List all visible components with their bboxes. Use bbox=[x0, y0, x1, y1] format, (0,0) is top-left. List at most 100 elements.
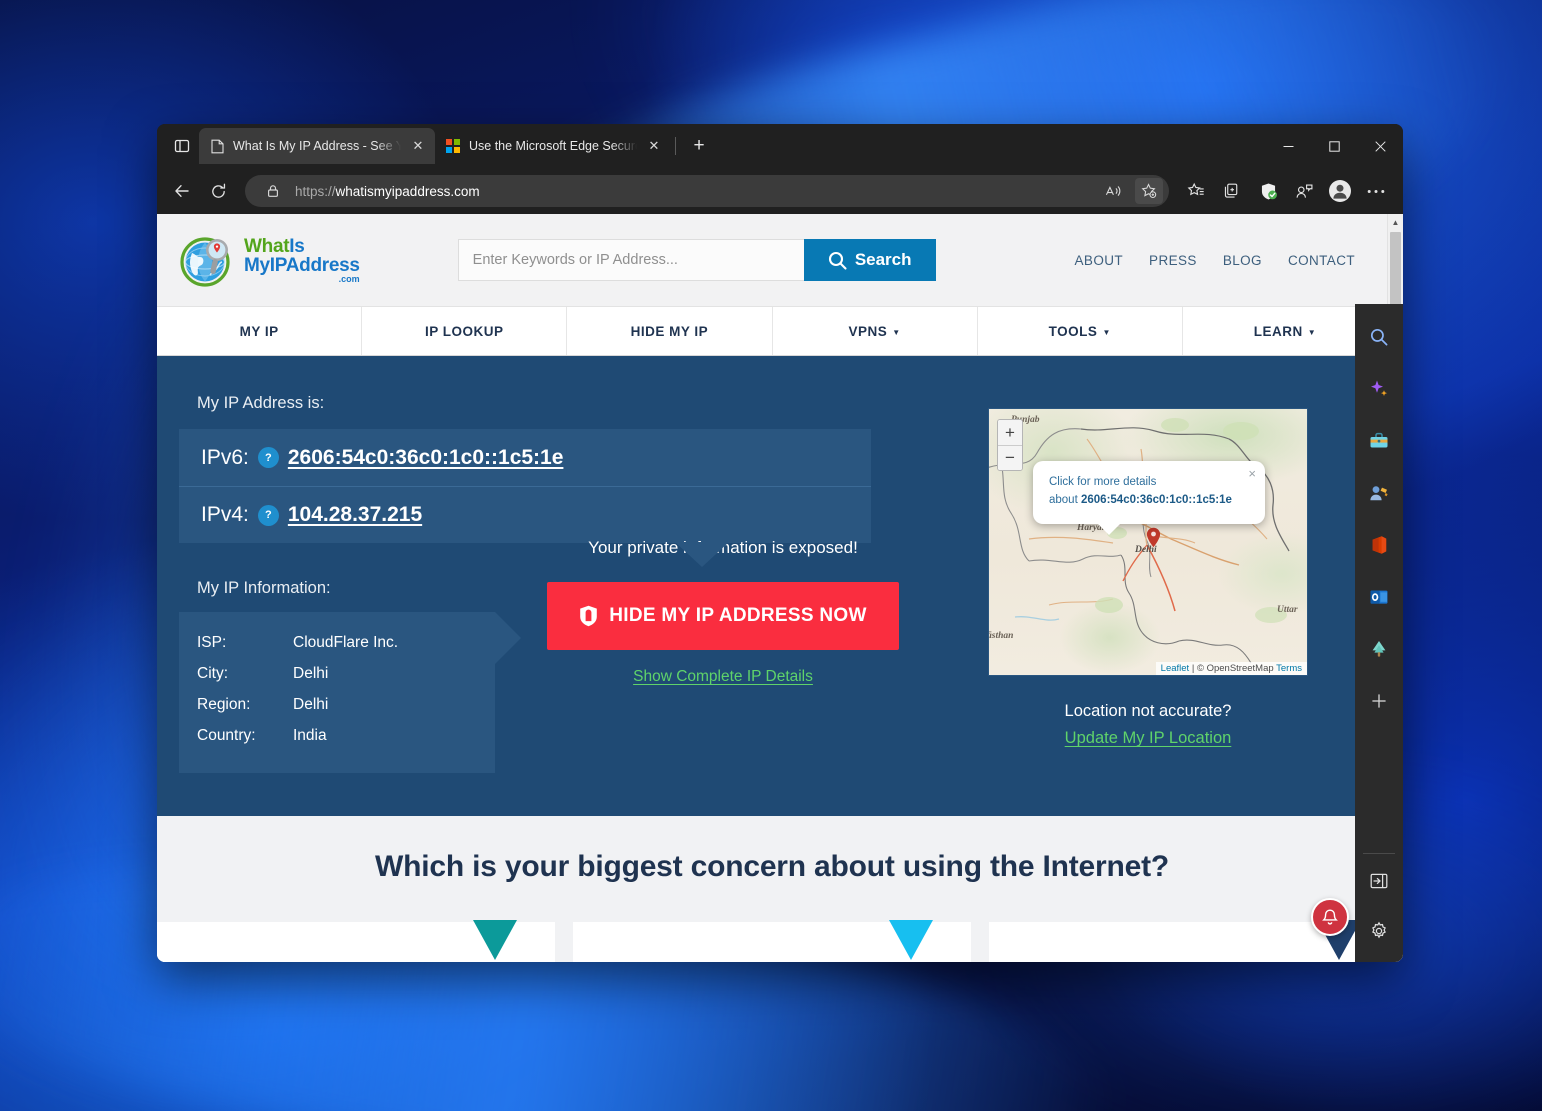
info-row-region: Region: Delhi bbox=[197, 696, 495, 714]
poll-card[interactable] bbox=[157, 920, 555, 962]
profile-icon[interactable] bbox=[1323, 175, 1357, 207]
split-screen-icon[interactable] bbox=[1287, 175, 1321, 207]
edge-browser-window: What Is My IP Address - See Your... ✕ Us… bbox=[157, 124, 1403, 962]
read-aloud-icon[interactable] bbox=[1099, 178, 1127, 204]
office-icon[interactable] bbox=[1364, 530, 1394, 560]
collections-icon[interactable] bbox=[1215, 175, 1249, 207]
web-page: WhatIs MyIPAddress .com Search bbox=[157, 214, 1387, 962]
info-key: ISP: bbox=[197, 634, 227, 651]
close-icon[interactable]: ✕ bbox=[409, 137, 427, 155]
site-search: Search bbox=[457, 239, 936, 281]
help-icon[interactable]: ? bbox=[257, 504, 279, 526]
nav-item-ip-lookup[interactable]: IP LOOKUP bbox=[362, 307, 568, 355]
nav-item-my-ip[interactable]: MY IP bbox=[157, 307, 363, 355]
games-icon[interactable] bbox=[1364, 478, 1394, 508]
hero-right-column: + − Punjab Haryāna Delhi Uttar āsthan × … bbox=[931, 382, 1365, 773]
sidebar-divider bbox=[1363, 853, 1395, 854]
map-zoom-controls[interactable]: + − bbox=[997, 419, 1023, 471]
notification-bell-button[interactable] bbox=[1311, 898, 1349, 936]
copilot-icon[interactable] bbox=[1364, 374, 1394, 404]
update-my-ip-location-link[interactable]: Update My IP Location bbox=[1065, 729, 1232, 748]
browser-essentials-icon[interactable] bbox=[1251, 175, 1285, 207]
add-favorite-icon[interactable] bbox=[1135, 178, 1163, 204]
shopping-icon[interactable] bbox=[1364, 426, 1394, 456]
tree-icon[interactable] bbox=[1364, 634, 1394, 664]
toggle-sidebar-icon[interactable] bbox=[1364, 866, 1394, 896]
show-complete-ip-details-link[interactable]: Show Complete IP Details bbox=[633, 668, 813, 686]
add-icon[interactable] bbox=[1364, 686, 1394, 716]
navigation-toolbar: https://whatismyipaddress.com bbox=[157, 168, 1403, 214]
top-link-press[interactable]: PRESS bbox=[1149, 253, 1197, 268]
tab-strip: What Is My IP Address - See Your... ✕ Us… bbox=[157, 124, 1403, 168]
map-pin-icon[interactable] bbox=[1146, 527, 1161, 548]
logo-dotcom: .com bbox=[338, 273, 360, 284]
ipv4-value[interactable]: 104.28.37.215 bbox=[288, 503, 422, 527]
ip-rows-pointer bbox=[675, 542, 729, 567]
nav-item-tools[interactable]: TOOLS ▼ bbox=[978, 307, 1183, 355]
ip-heading: My IP Address is: bbox=[197, 394, 325, 412]
ip-location-map[interactable]: + − Punjab Haryāna Delhi Uttar āsthan × … bbox=[988, 408, 1308, 676]
ipv4-label: IPv4: bbox=[201, 503, 249, 526]
map-label-uttar: Uttar bbox=[1277, 605, 1298, 615]
logo-line-2: MyIPAddress bbox=[244, 254, 360, 276]
nav-item-vpns[interactable]: VPNS ▼ bbox=[773, 307, 978, 355]
close-icon[interactable]: × bbox=[1248, 466, 1256, 481]
poll-card[interactable] bbox=[573, 920, 971, 962]
main-navigation: MY IP IP LOOKUP HIDE MY IP VPNS ▼ TOOLS … bbox=[157, 306, 1387, 356]
search-input[interactable] bbox=[457, 239, 804, 281]
triangle-icon bbox=[889, 920, 933, 960]
url-scheme: https:// bbox=[295, 183, 336, 199]
info-value: CloudFlare Inc. bbox=[293, 634, 399, 651]
info-value: India bbox=[293, 727, 327, 744]
search-icon[interactable] bbox=[1364, 322, 1394, 352]
nav-label: LEARN bbox=[1253, 323, 1303, 339]
reload-icon[interactable] bbox=[201, 175, 235, 207]
info-key: City: bbox=[197, 665, 228, 682]
tab-actions-icon[interactable] bbox=[165, 131, 199, 161]
browser-tab[interactable]: Use the Microsoft Edge Secure N ✕ bbox=[435, 128, 671, 164]
scroll-up-arrow-icon[interactable]: ▲ bbox=[1388, 214, 1403, 230]
close-window-button[interactable] bbox=[1357, 124, 1403, 168]
help-icon[interactable]: ? bbox=[257, 447, 279, 468]
map-popup[interactable]: × Click for more details about 2606:54c0… bbox=[1033, 461, 1265, 535]
bell-icon bbox=[1322, 908, 1338, 925]
ipv6-row: IPv6: ? 2606:54c0:36c0:1c0::1c5:1e bbox=[179, 429, 871, 486]
nav-label: TOOLS bbox=[1048, 323, 1098, 339]
map-popup-ip: 2606:54c0:36c0:1c0::1c5:1e bbox=[1080, 493, 1232, 506]
site-header: WhatIs MyIPAddress .com Search bbox=[157, 214, 1387, 306]
top-links: ABOUT PRESS BLOG CONTACT bbox=[1075, 253, 1367, 268]
top-link-contact[interactable]: CONTACT bbox=[1288, 253, 1355, 268]
close-icon[interactable]: ✕ bbox=[645, 137, 663, 155]
hide-my-ip-button[interactable]: HIDE MY IP ADDRESS NOW bbox=[547, 582, 899, 650]
poll-section: Which is your biggest concern about usin… bbox=[157, 816, 1387, 962]
logo-line-1: WhatIs bbox=[244, 235, 305, 257]
address-bar[interactable]: https://whatismyipaddress.com bbox=[245, 175, 1169, 207]
map-zoom-in-button[interactable]: + bbox=[998, 420, 1022, 445]
terms-link[interactable]: Terms bbox=[1276, 663, 1302, 674]
top-link-about[interactable]: ABOUT bbox=[1075, 253, 1124, 268]
maximize-button[interactable] bbox=[1311, 124, 1357, 168]
minimize-button[interactable] bbox=[1265, 124, 1311, 168]
leaflet-link[interactable]: Leaflet bbox=[1161, 663, 1190, 674]
new-tab-button[interactable]: + bbox=[684, 132, 714, 160]
nav-item-hide-my-ip[interactable]: HIDE MY IP bbox=[567, 307, 773, 355]
map-zoom-out-button[interactable]: − bbox=[998, 445, 1022, 470]
sidebar-settings-icon[interactable] bbox=[1364, 916, 1394, 946]
search-button[interactable]: Search bbox=[803, 239, 936, 281]
map-popup-line2: about 2606:54c0:36c0:1c0::1c5:1e bbox=[1049, 492, 1250, 510]
info-value: Delhi bbox=[293, 696, 329, 713]
top-link-blog[interactable]: BLOG bbox=[1223, 253, 1262, 268]
poll-cards bbox=[157, 920, 1387, 962]
settings-more-icon[interactable] bbox=[1359, 175, 1393, 207]
browser-tab-active[interactable]: What Is My IP Address - See Your... ✕ bbox=[199, 128, 435, 164]
globe-magnifier-icon bbox=[179, 231, 237, 289]
search-button-label: Search bbox=[854, 250, 912, 269]
nav-label: MY IP bbox=[239, 323, 279, 339]
search-icon bbox=[828, 251, 847, 270]
favorites-icon[interactable] bbox=[1179, 175, 1213, 207]
lock-icon[interactable] bbox=[259, 178, 287, 204]
ipv6-value[interactable]: 2606:54c0:36c0:1c0::1c5:1e bbox=[288, 446, 564, 470]
back-icon[interactable] bbox=[165, 175, 199, 207]
site-logo[interactable]: WhatIs MyIPAddress .com bbox=[179, 231, 360, 289]
outlook-icon[interactable] bbox=[1364, 582, 1394, 612]
